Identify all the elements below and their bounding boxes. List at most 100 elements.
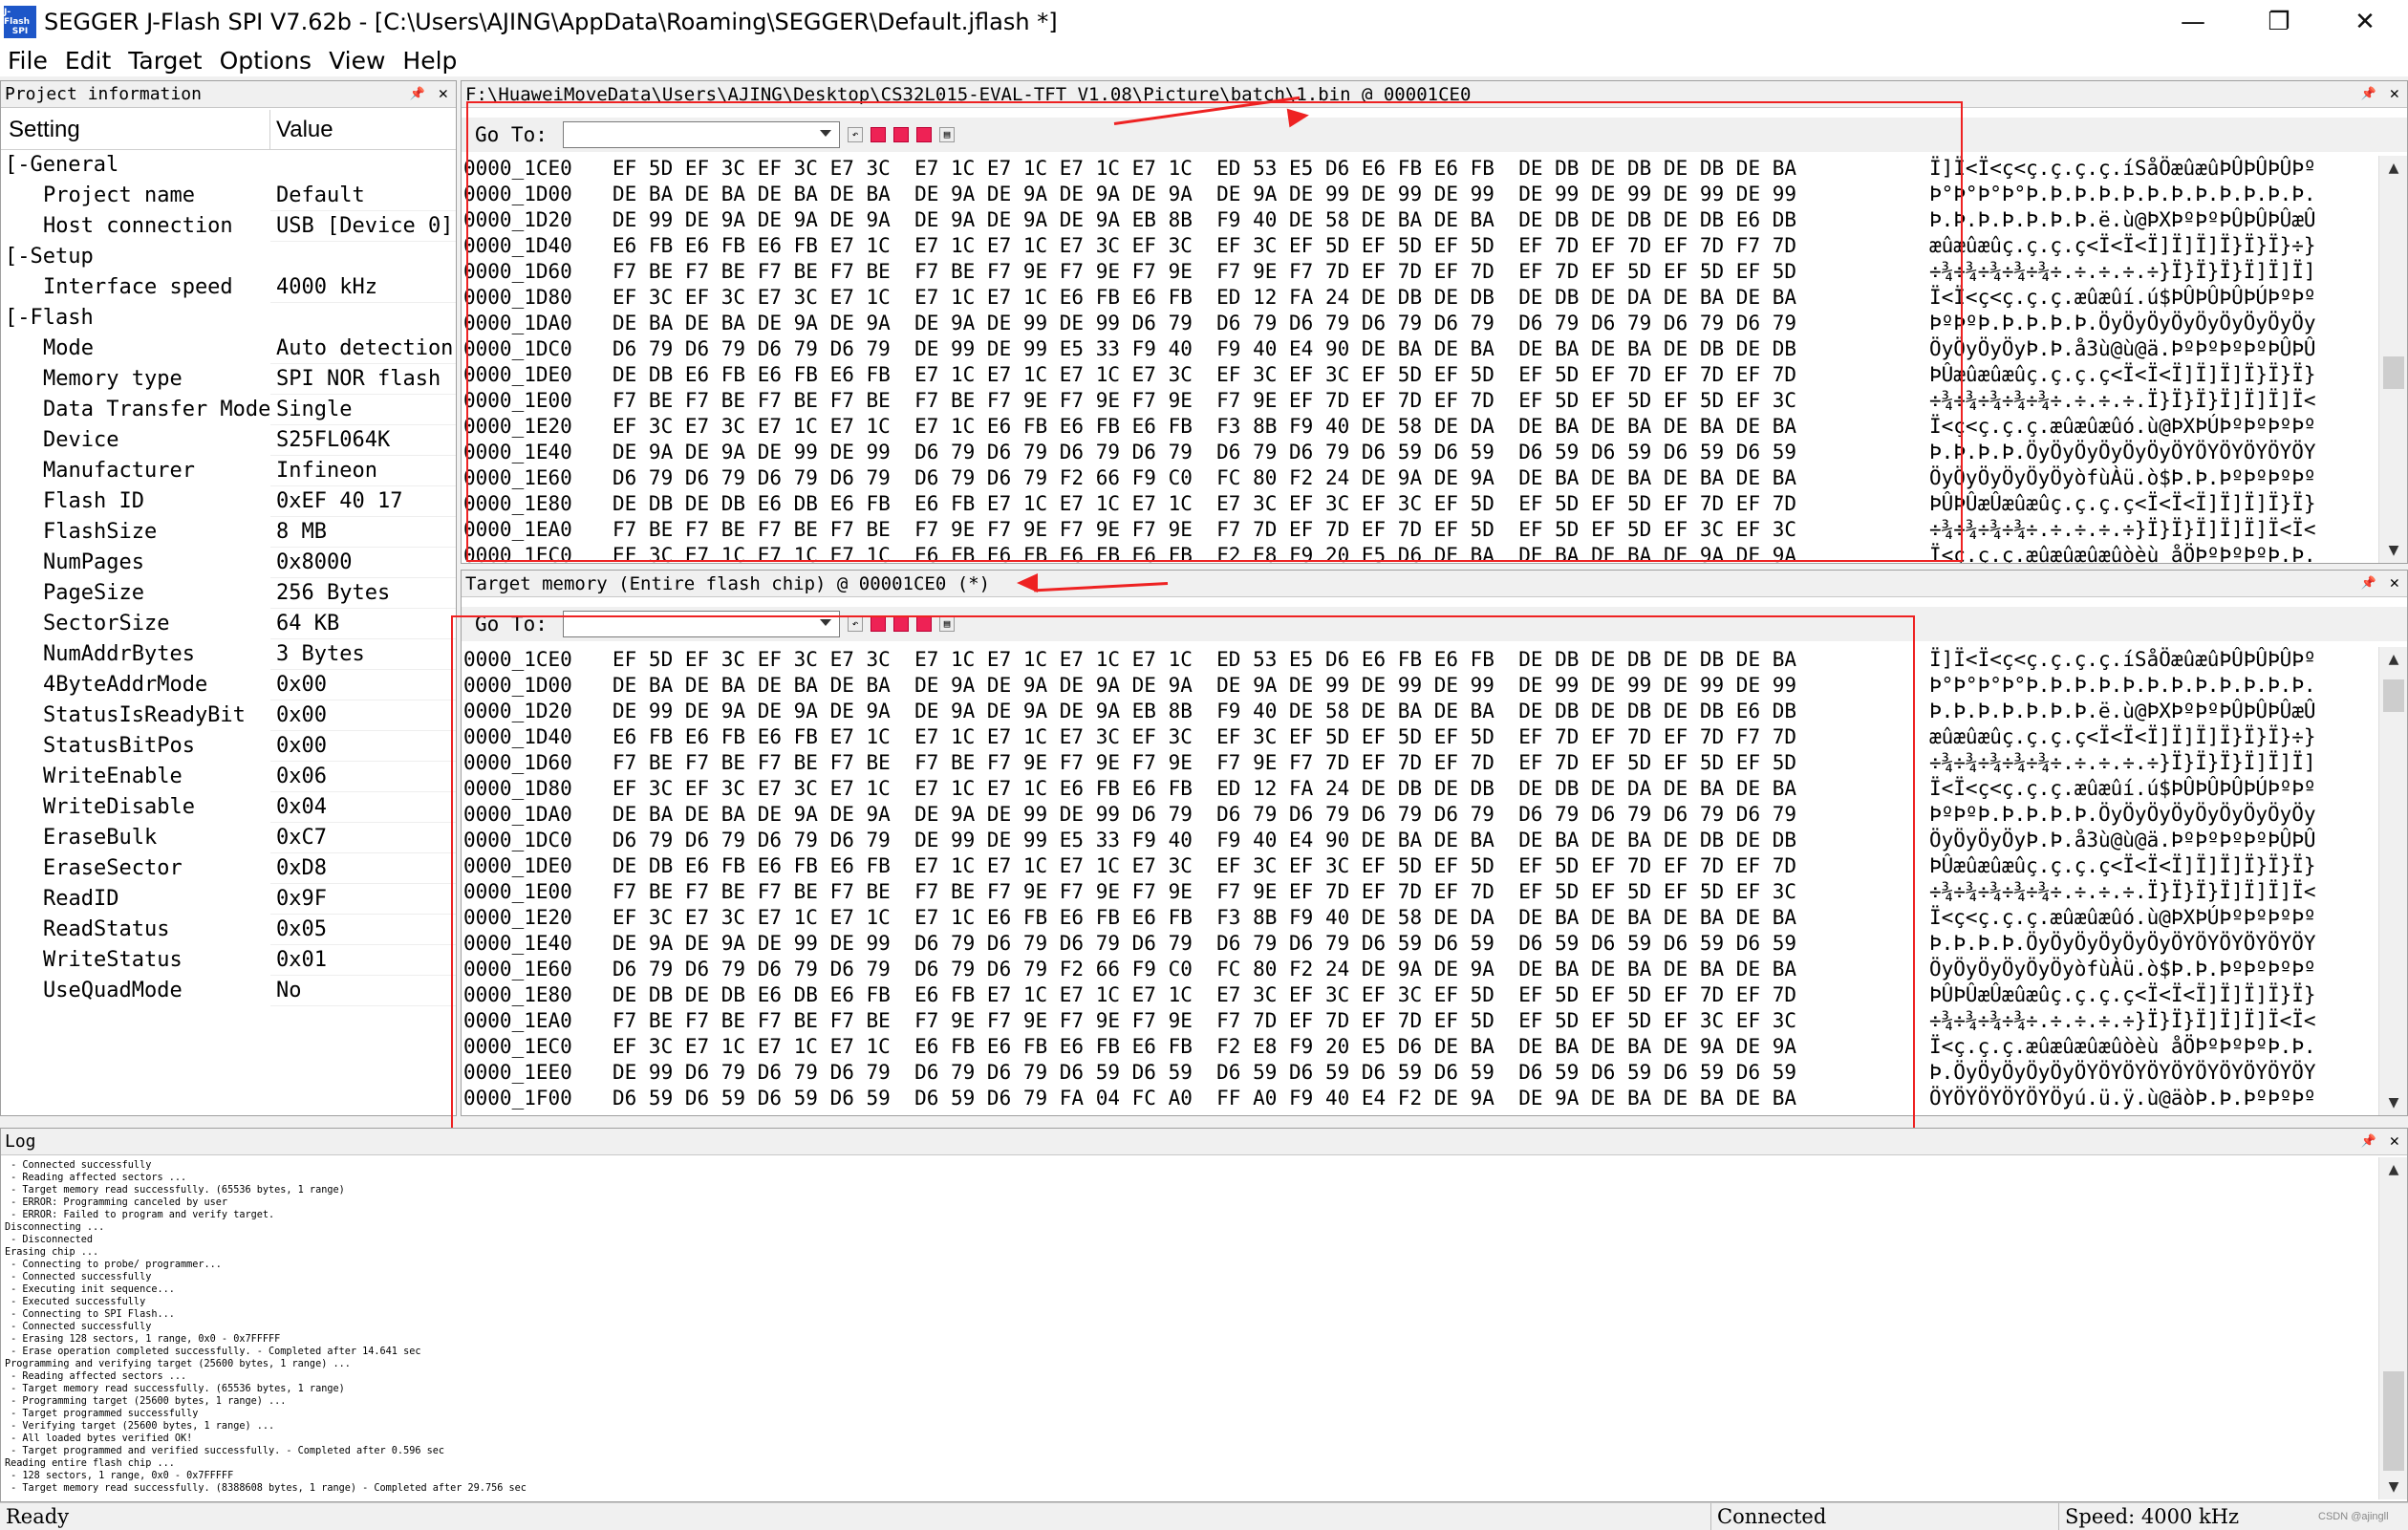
settings-row[interactable]: Flash ID 0xEF 40 17 bbox=[1, 486, 456, 517]
file-vertical-scrollbar[interactable]: ▲ ▼ bbox=[2378, 156, 2407, 563]
menu-help[interactable]: Help bbox=[395, 47, 466, 75]
settings-row[interactable]: WriteEnable 0x06 bbox=[1, 762, 456, 792]
hex-ascii[interactable]: ÷¾÷¾÷¾÷¾÷¾÷.÷.÷.÷.÷}Ï}Ï}Ï}Ï]Ï]Ï] bbox=[1929, 750, 2359, 776]
settings-row[interactable]: Memory type SPI NOR flash bbox=[1, 364, 456, 395]
restore-button[interactable]: ❐ bbox=[2236, 0, 2322, 44]
settings-row[interactable]: Host connection USB [Device 0] bbox=[1, 211, 456, 242]
settings-row[interactable]: Manufacturer Infineon bbox=[1, 456, 456, 486]
menu-view[interactable]: View bbox=[321, 47, 395, 75]
hex-ascii[interactable]: Ï<Ï<ç<ç.ç.ç.æûæûí.ú$ÞÛÞÛÞÛÞÚÞºÞº bbox=[1929, 285, 2359, 311]
pin-icon[interactable]: 📌 bbox=[2361, 1129, 2376, 1154]
hex-ascii[interactable]: Ï]Ï<Ï<ç<ç.ç.ç.ç.íSåÖæûæûÞÛÞÛÞÛÞº bbox=[1929, 647, 2359, 673]
settings-row[interactable]: FlashSize 8 MB bbox=[1, 517, 456, 548]
hex-ascii[interactable]: ÞºÞºÞ.Þ.Þ.Þ.Þ.ÖyÖyÖyÖyÖyÖyÖyÖyÖy bbox=[1929, 311, 2359, 336]
hex-ascii[interactable]: ÞÛæûæûæûç.ç.ç.ç<Ï<Ï<Ï]Ï]Ï]Ï}Ï}Ï} bbox=[1929, 853, 2359, 879]
settings-row[interactable]: SectorSize 64 KB bbox=[1, 609, 456, 639]
hex-ascii[interactable]: ÷¾÷¾÷¾÷¾÷¾÷.÷.÷.÷.÷}Ï}Ï}Ï}Ï]Ï]Ï] bbox=[1929, 259, 2359, 285]
scroll-down-icon[interactable]: ▼ bbox=[2379, 1090, 2408, 1115]
settings-row[interactable]: NumAddrBytes 3 Bytes bbox=[1, 639, 456, 670]
panel-close-icon[interactable]: ✕ bbox=[2390, 81, 2399, 107]
scroll-up-icon[interactable]: ▲ bbox=[2379, 647, 2408, 672]
hex-ascii[interactable]: ÖYÖYÖYÖYÖYÖyú.ü.ÿ.ù@äòÞ.Þ.ÞºÞºÞº bbox=[1929, 1086, 2359, 1111]
setting-value: 0x04 bbox=[270, 792, 456, 823]
hex-ascii[interactable]: ÞÛÞÛæÛæûæûç.ç.ç.ç<Ï<Ï<Ï]Ï]Ï]Ï}Ï} bbox=[1929, 982, 2359, 1008]
settings-row[interactable]: ReadID 0x9F bbox=[1, 884, 456, 915]
close-button[interactable]: ✕ bbox=[2322, 0, 2408, 44]
scroll-up-icon[interactable]: ▲ bbox=[2379, 1157, 2408, 1182]
setting-name: PageSize bbox=[43, 581, 144, 605]
log-output[interactable]: - Connected successfully - Reading affec… bbox=[5, 1159, 2375, 1498]
scroll-thumb[interactable] bbox=[2383, 356, 2404, 389]
hex-ascii[interactable]: ÷¾÷¾÷¾÷¾÷¾÷.÷.÷.÷.Ï}Ï}Ï}Ï]Ï]Ï]Ï< bbox=[1929, 388, 2359, 414]
hex-ascii[interactable]: ÖyÖyÖyÖyÞ.Þ.å3ù@ù@ä.ÞºÞºÞºÞºÞÛÞÛ bbox=[1929, 336, 2359, 362]
settings-row[interactable]: Mode Auto detection bbox=[1, 334, 456, 364]
pin-icon[interactable]: 📌 bbox=[410, 81, 425, 107]
column-header-value[interactable]: Value bbox=[270, 110, 456, 149]
log-vertical-scrollbar[interactable]: ▲ ▼ bbox=[2378, 1157, 2407, 1499]
hex-ascii[interactable]: ÷¾÷¾÷¾÷¾÷.÷.÷.÷.÷}Ï}Ï}Ï]Ï]Ï]Ï<Ï< bbox=[1929, 1008, 2359, 1034]
menu-file[interactable]: File bbox=[0, 47, 57, 75]
hex-ascii[interactable]: ÖyÖyÖyÖyÖyÖyòfùÀü.ò$Þ.Þ.ÞºÞºÞºÞº bbox=[1929, 465, 2359, 491]
setting-value bbox=[270, 303, 456, 334]
hex-ascii[interactable]: ÞÛæûæûæûç.ç.ç.ç<Ï<Ï<Ï]Ï]Ï]Ï}Ï}Ï} bbox=[1929, 362, 2359, 388]
scroll-thumb[interactable] bbox=[2383, 679, 2404, 712]
hex-ascii[interactable]: Þ.Þ.Þ.Þ.ÖyÖyÖyÖyÖyÖyÖYÖYÖYÖYÖYÖY bbox=[1929, 931, 2359, 957]
hex-ascii[interactable]: Ï<ç<ç.ç.ç.æûæûæûó.ù@ÞXÞÚÞºÞºÞºÞº bbox=[1929, 905, 2359, 931]
settings-group-row[interactable]: [-General bbox=[1, 150, 456, 181]
settings-row[interactable]: Interface speed 4000 kHz bbox=[1, 272, 456, 303]
scroll-thumb[interactable] bbox=[2383, 1371, 2404, 1471]
scroll-up-icon[interactable]: ▲ bbox=[2379, 156, 2408, 181]
target-vertical-scrollbar[interactable]: ▲ ▼ bbox=[2378, 647, 2407, 1115]
settings-row[interactable]: Device S25FL064K bbox=[1, 425, 456, 456]
menu-target[interactable]: Target bbox=[120, 47, 211, 75]
menu-edit[interactable]: Edit bbox=[57, 47, 120, 75]
menu-options[interactable]: Options bbox=[212, 47, 321, 75]
settings-row[interactable]: NumPages 0x8000 bbox=[1, 548, 456, 578]
column-header-setting[interactable]: Setting bbox=[1, 110, 270, 149]
hex-ascii[interactable]: æûæûæûç.ç.ç.ç<Ï<Ï<Ï]Ï]Ï]Ï}Ï}Ï}÷} bbox=[1929, 233, 2359, 259]
hex-ascii[interactable]: Þ.Þ.Þ.Þ.Þ.Þ.Þ.ë.ù@ÞXÞºÞºÞÛÞÛÞÛæÛ bbox=[1929, 699, 2359, 724]
scroll-down-icon[interactable]: ▼ bbox=[2379, 538, 2408, 563]
hex-ascii[interactable]: Þ°Þ°Þ°Þ°Þ.Þ.Þ.Þ.Þ.Þ.Þ.Þ.Þ.Þ.Þ.Þ. bbox=[1929, 182, 2359, 207]
settings-row[interactable]: EraseBulk 0xC7 bbox=[1, 823, 456, 853]
settings-row[interactable]: EraseSector 0xD8 bbox=[1, 853, 456, 884]
panel-close-icon[interactable]: ✕ bbox=[2390, 1129, 2399, 1154]
hex-ascii[interactable]: Þ°Þ°Þ°Þ°Þ.Þ.Þ.Þ.Þ.Þ.Þ.Þ.Þ.Þ.Þ.Þ. bbox=[1929, 673, 2359, 699]
hex-ascii[interactable]: Ï<ç<ç.ç.ç.æûæûæûó.ù@ÞXÞÚÞºÞºÞºÞº bbox=[1929, 414, 2359, 440]
hex-ascii[interactable]: Þ.Þ.Þ.Þ.Þ.Þ.Þ.ë.ù@ÞXÞºÞºÞÛÞÛÞÛæÛ bbox=[1929, 207, 2359, 233]
hex-ascii[interactable]: ÞºÞºÞ.Þ.Þ.Þ.Þ.ÖyÖyÖyÖyÖyÖyÖyÖyÖy bbox=[1929, 802, 2359, 828]
hex-ascii[interactable]: æûæûæûç.ç.ç.ç<Ï<Ï<Ï]Ï]Ï]Ï}Ï}Ï}÷} bbox=[1929, 724, 2359, 750]
settings-row[interactable]: WriteStatus 0x01 bbox=[1, 945, 456, 976]
hex-ascii[interactable]: Þ.ÖyÖyÖyÖyÖyÖYÖYÖYÖYÖYÖYÖYÖYÖYÖY bbox=[1929, 1060, 2359, 1086]
settings-row[interactable]: StatusBitPos 0x00 bbox=[1, 731, 456, 762]
settings-row[interactable]: Project name Default bbox=[1, 181, 456, 211]
pin-icon[interactable]: 📌 bbox=[2361, 81, 2376, 107]
log-line: - Connecting to SPI Flash... bbox=[5, 1309, 175, 1320]
scroll-down-icon[interactable]: ▼ bbox=[2379, 1475, 2408, 1499]
settings-row[interactable]: WriteDisable 0x04 bbox=[1, 792, 456, 823]
hex-ascii[interactable]: ÷¾÷¾÷¾÷¾÷.÷.÷.÷.÷}Ï}Ï}Ï]Ï]Ï]Ï<Ï< bbox=[1929, 517, 2359, 543]
panel-close-icon[interactable]: ✕ bbox=[439, 81, 448, 107]
hex-ascii[interactable]: Ï<Ï<ç<ç.ç.ç.æûæûí.ú$ÞÛÞÛÞÛÞÚÞºÞº bbox=[1929, 776, 2359, 802]
hex-ascii[interactable]: Ï]Ï<Ï<ç<ç.ç.ç.ç.íSåÖæûæûÞÛÞÛÞÛÞº bbox=[1929, 156, 2359, 182]
settings-row[interactable]: 4ByteAddrMode 0x00 bbox=[1, 670, 456, 700]
hex-ascii[interactable]: ÷¾÷¾÷¾÷¾÷¾÷.÷.÷.÷.Ï}Ï}Ï}Ï]Ï]Ï]Ï< bbox=[1929, 879, 2359, 905]
hex-ascii[interactable]: ÖyÖyÖyÖyÖyÖyòfùÀü.ò$Þ.Þ.ÞºÞºÞºÞº bbox=[1929, 957, 2359, 982]
settings-row[interactable]: PageSize 256 Bytes bbox=[1, 578, 456, 609]
hex-ascii[interactable]: ÞÛÞÛæÛæûæûç.ç.ç.ç<Ï<Ï<Ï]Ï]Ï]Ï}Ï} bbox=[1929, 491, 2359, 517]
settings-row[interactable]: Data Transfer Mode Single bbox=[1, 395, 456, 425]
hex-ascii[interactable]: Ï<ç.ç.ç.æûæûæûæûòèù åÖÞºÞºÞºÞ.Þ. bbox=[1929, 1034, 2359, 1060]
settings-row[interactable]: StatusIsReadyBit 0x00 bbox=[1, 700, 456, 731]
settings-row[interactable]: ReadStatus 0x05 bbox=[1, 915, 456, 945]
hex-ascii[interactable]: Ï<ç.ç.ç.æûæûæûæûòèù åÖÞºÞºÞºÞ.Þ. bbox=[1929, 543, 2359, 563]
restore-icon: ❐ bbox=[2268, 8, 2290, 36]
settings-group-row[interactable]: [-Setup bbox=[1, 242, 456, 272]
minimize-button[interactable]: — bbox=[2150, 0, 2236, 44]
log-line: - Verifying target (25600 bytes, 1 range… bbox=[5, 1421, 275, 1432]
pin-icon[interactable]: 📌 bbox=[2361, 571, 2376, 596]
settings-row[interactable]: UseQuadMode No bbox=[1, 976, 456, 1006]
settings-group-row[interactable]: [-Flash bbox=[1, 303, 456, 334]
hex-ascii[interactable]: ÖyÖyÖyÖyÞ.Þ.å3ù@ù@ä.ÞºÞºÞºÞºÞÛÞÛ bbox=[1929, 828, 2359, 853]
panel-close-icon[interactable]: ✕ bbox=[2390, 571, 2399, 596]
hex-ascii[interactable]: Þ.Þ.Þ.Þ.ÖyÖyÖyÖyÖyÖyÖYÖYÖYÖYÖYÖY bbox=[1929, 440, 2359, 465]
